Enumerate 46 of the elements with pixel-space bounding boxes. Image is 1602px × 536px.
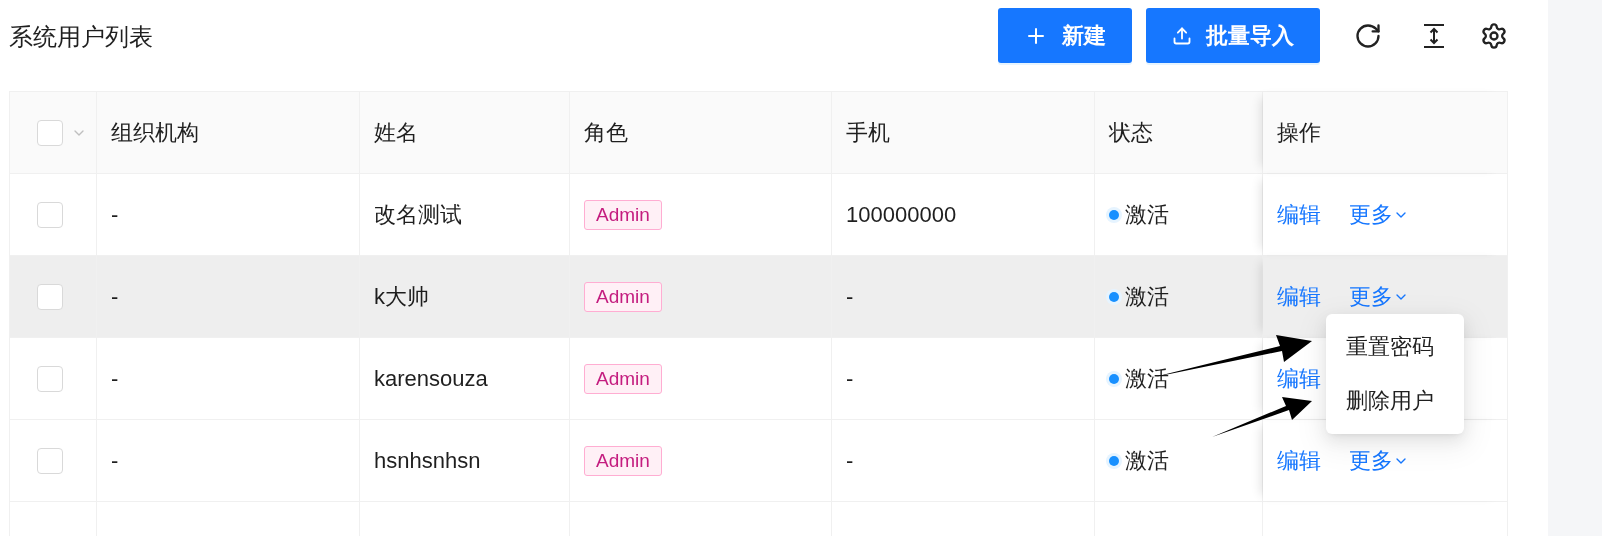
row-checkbox[interactable] [37, 201, 63, 228]
column-header: 状态 [1109, 118, 1153, 147]
table-cell: - [111, 201, 119, 228]
column-header: 手机 [846, 118, 890, 147]
table-cell: - [111, 447, 119, 474]
column-header: 角色 [584, 118, 628, 147]
table-cell: - [846, 283, 854, 310]
row-checkbox[interactable] [37, 283, 63, 310]
table-cell-text: 改名测试 [374, 200, 462, 229]
more-link[interactable]: 更多 [1349, 199, 1409, 230]
page-title: 系统用户列表 [9, 22, 154, 52]
column-header: 姓名 [374, 118, 418, 147]
table-cell: - [846, 447, 854, 474]
role-tag: Admin [584, 445, 662, 476]
table-cell: - [111, 365, 119, 392]
column-header: 组织机构 [111, 118, 199, 147]
role-tag: Admin [584, 199, 662, 230]
refresh-icon[interactable] [1354, 22, 1382, 50]
toolbar-button[interactable]: 批量导入 [1146, 8, 1320, 63]
upload-icon [1172, 25, 1192, 46]
edit-link[interactable]: 编辑 [1277, 363, 1321, 394]
toolbar-button[interactable]: 新建 [998, 8, 1132, 63]
table-cell: hsnhsnhsn [374, 447, 481, 474]
status-label: 激活 [1125, 200, 1169, 229]
row-checkbox[interactable] [37, 447, 63, 474]
table-cell: karensouza [374, 365, 488, 392]
table-cell: - [111, 283, 119, 310]
table-cell-text: k大帅 [374, 282, 429, 311]
more-link[interactable]: 更多 [1349, 281, 1409, 312]
row-checkbox[interactable] [37, 365, 63, 392]
status-label: 激活 [1125, 282, 1169, 311]
table-cell: - [846, 365, 854, 392]
edit-link[interactable]: 编辑 [1277, 281, 1321, 312]
settings-icon[interactable] [1480, 22, 1508, 50]
edit-link[interactable]: 编辑 [1277, 445, 1321, 476]
menu-item[interactable]: 重置密码 [1326, 320, 1464, 374]
edit-link[interactable]: 编辑 [1277, 199, 1321, 230]
role-tag: Admin [584, 281, 662, 312]
status-label: 激活 [1125, 446, 1169, 475]
table-cell: 100000000 [846, 201, 957, 228]
select-all-checkbox[interactable] [37, 119, 63, 146]
menu-item[interactable]: 删除用户 [1326, 374, 1464, 428]
column-header: 操作 [1277, 118, 1321, 147]
status-label: 激活 [1125, 364, 1169, 393]
role-tag: Admin [584, 363, 662, 394]
more-link[interactable]: 更多 [1349, 445, 1409, 476]
